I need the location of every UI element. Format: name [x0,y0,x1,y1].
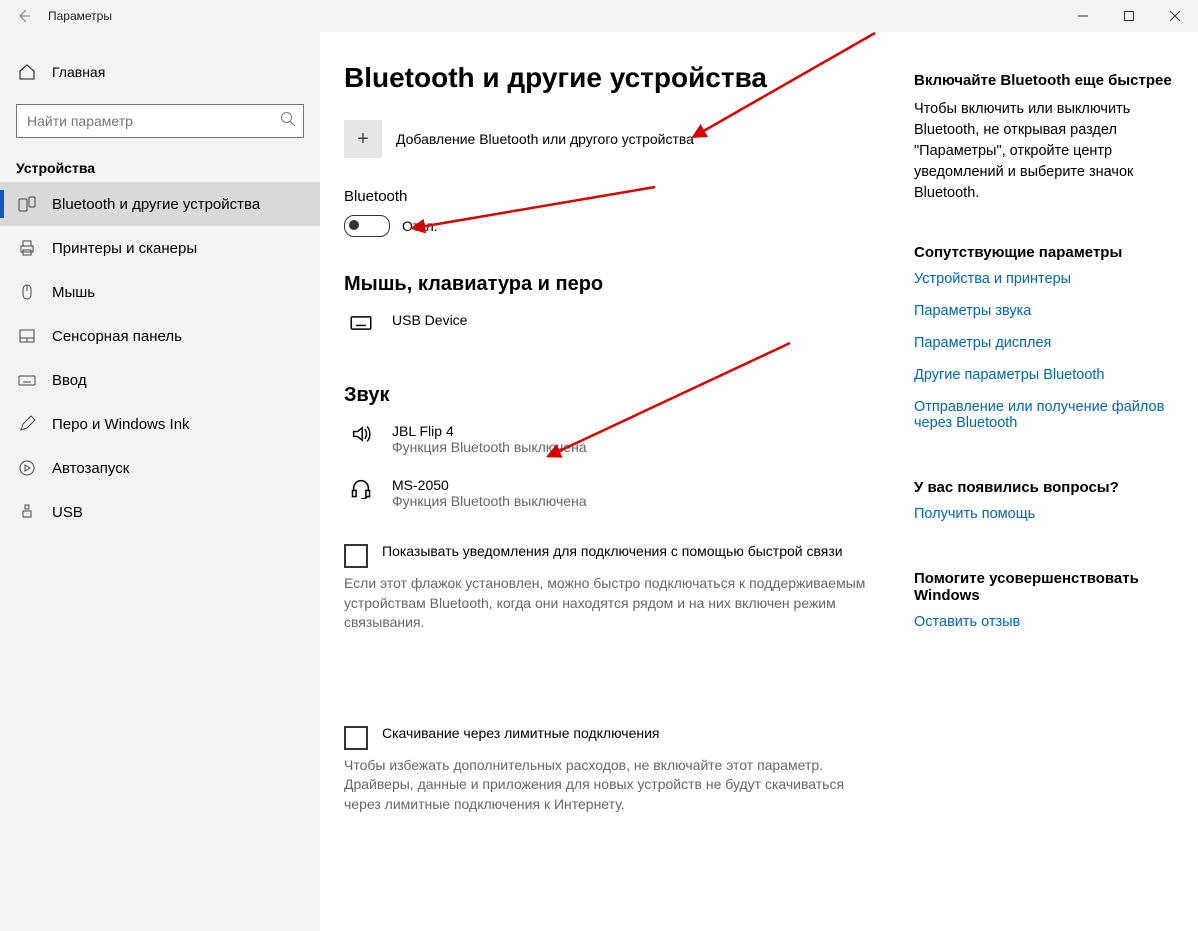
sidebar-item-label: Перо и Windows Ink [52,416,190,433]
metered-checkbox[interactable] [344,726,368,750]
touchpad-icon [18,327,36,345]
device-row[interactable]: USB Device [344,312,874,334]
sidebar-item-3[interactable]: Сенсорная панель [0,314,320,358]
sidebar-item-label: Мышь [52,284,95,301]
close-button[interactable] [1152,0,1198,32]
close-icon [1170,11,1180,21]
bluetooth-toggle[interactable] [344,215,390,237]
related-link[interactable]: Параметры звука [914,303,1174,319]
tip-text: Чтобы включить или выключить Bluetooth, … [914,99,1174,204]
sidebar: Главная Устройства Bluetooth и другие ус… [0,32,320,931]
headset-icon [348,477,374,499]
metered-desc: Чтобы избежать дополнительных расходов, … [344,756,874,815]
sidebar-item-label: Сенсорная панель [52,328,182,345]
feedback-link[interactable]: Оставить отзыв [914,614,1174,630]
minimize-button[interactable] [1060,0,1106,32]
sidebar-item-label: Автозапуск [52,460,129,477]
sidebar-item-label: Ввод [52,372,87,389]
plus-icon: + [344,120,382,158]
speaker-icon [348,423,374,445]
search-input[interactable] [16,104,304,138]
related-link[interactable]: Отправление или получение файлов через B… [914,399,1174,431]
device-name: MS-2050 [392,477,587,493]
usb-icon [18,503,36,521]
home-nav[interactable]: Главная [0,52,320,92]
related-link[interactable]: Устройства и принтеры [914,271,1174,287]
help-link[interactable]: Получить помощь [914,506,1174,522]
main-content: Bluetooth и другие устройства + Добавлен… [320,32,914,931]
autoplay-icon [18,459,36,477]
titlebar: Параметры [0,0,1198,32]
sidebar-item-6[interactable]: Автозапуск [0,446,320,490]
related-link[interactable]: Параметры дисплея [914,335,1174,351]
section-input-title: Мышь, клавиатура и перо [344,273,874,296]
home-icon [18,63,36,81]
window-title: Параметры [48,9,112,23]
search-icon [280,111,296,127]
questions-heading: У вас появились вопросы? [914,479,1174,496]
add-device-button[interactable]: + Добавление Bluetooth или другого устро… [344,120,874,158]
sidebar-item-5[interactable]: Перо и Windows Ink [0,402,320,446]
keyboard-icon [348,312,374,334]
device-row[interactable]: MS-2050Функция Bluetooth выключена [344,477,874,509]
metered-label: Скачивание через лимитные подключения [382,725,659,741]
printer-icon [18,239,36,257]
device-status: Функция Bluetooth выключена [392,439,587,455]
sidebar-item-7[interactable]: USB [0,490,320,534]
device-row[interactable]: JBL Flip 4Функция Bluetooth выключена [344,423,874,455]
maximize-button[interactable] [1106,0,1152,32]
typing-icon [18,371,36,389]
page-title: Bluetooth и другие устройства [344,62,874,94]
home-label: Главная [52,64,105,80]
sidebar-item-label: Bluetooth и другие устройства [52,196,260,213]
related-heading: Сопутствующие параметры [914,244,1174,261]
maximize-icon [1124,11,1134,21]
related-link[interactable]: Другие параметры Bluetooth [914,367,1174,383]
bluetooth-state: Откл. [402,218,438,234]
sidebar-item-4[interactable]: Ввод [0,358,320,402]
sidebar-item-2[interactable]: Мышь [0,270,320,314]
feedback-heading: Помогите усовершенствовать Windows [914,570,1174,604]
arrow-left-icon [16,8,32,24]
device-status: Функция Bluetooth выключена [392,493,587,509]
tip-heading: Включайте Bluetooth еще быстрее [914,72,1174,89]
pen-icon [18,415,36,433]
minimize-icon [1078,11,1088,21]
sidebar-item-label: Принтеры и сканеры [52,240,197,257]
right-panel: Включайте Bluetooth еще быстрее Чтобы вк… [914,32,1198,931]
devices-icon [18,195,36,213]
device-name: JBL Flip 4 [392,423,587,439]
section-audio-title: Звук [344,384,874,407]
device-name: USB Device [392,312,467,328]
sidebar-item-label: USB [52,504,83,521]
sidebar-item-0[interactable]: Bluetooth и другие устройства [0,182,320,226]
add-device-label: Добавление Bluetooth или другого устройс… [396,131,694,147]
swift-pair-desc: Если этот флажок установлен, можно быстр… [344,574,874,633]
back-button[interactable] [0,0,48,32]
sidebar-item-1[interactable]: Принтеры и сканеры [0,226,320,270]
swift-pair-label: Показывать уведомления для подключения с… [382,543,843,559]
mouse-icon [18,283,36,301]
swift-pair-checkbox[interactable] [344,544,368,568]
bluetooth-label: Bluetooth [344,188,874,205]
sidebar-group-title: Устройства [0,138,320,182]
